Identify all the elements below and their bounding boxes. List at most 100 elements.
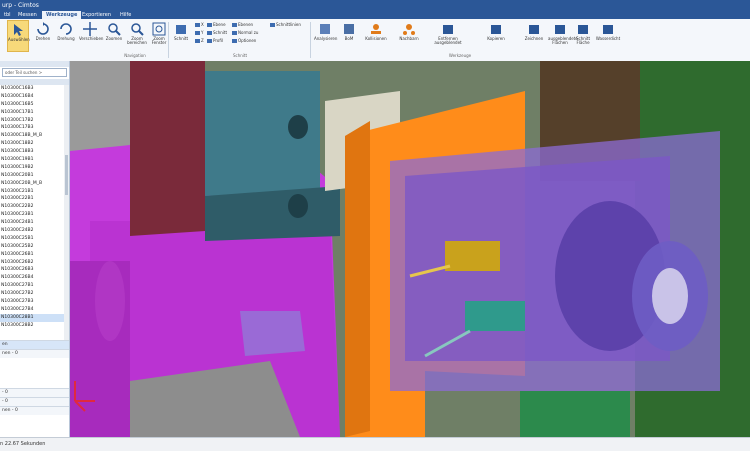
- tree-item[interactable]: N10300C24B1: [0, 219, 69, 227]
- lines-icon: [270, 23, 275, 27]
- axis-icon: [195, 23, 200, 27]
- tab-file[interactable]: tbl: [0, 11, 15, 19]
- tree-item[interactable]: N10300C22B1: [0, 195, 69, 203]
- cut-icon: [207, 31, 212, 35]
- cut-profil[interactable]: Profil: [207, 38, 223, 43]
- tree-item[interactable]: N10300C26B4: [0, 274, 69, 282]
- section-row[interactable]: en: [0, 340, 69, 349]
- cut-ebene[interactable]: Ebene: [207, 22, 226, 27]
- tree-item[interactable]: N10300C25B2: [0, 243, 69, 251]
- tree-item[interactable]: N10300C16B3: [0, 85, 69, 93]
- scrollbar-thumb[interactable]: [65, 155, 68, 195]
- move-button[interactable]: Verschieben: [79, 20, 103, 52]
- tab-exportieren[interactable]: Exportieren: [78, 11, 115, 19]
- watertight-icon: [601, 22, 615, 36]
- tree-scrollbar[interactable]: [64, 85, 69, 340]
- options-icon: [232, 39, 237, 43]
- tree-item[interactable]: N10300C26B1: [0, 251, 69, 259]
- tree-item[interactable]: N10300C23B1: [0, 211, 69, 219]
- zoom-window-button[interactable]: Zoom Fenster: [148, 20, 170, 52]
- tree-item[interactable]: N10300C26B2: [0, 259, 69, 267]
- copy-button[interactable]: Kopieren: [472, 20, 520, 52]
- section-row[interactable]: nen - 0: [0, 406, 69, 415]
- analyze-button[interactable]: Analysieren: [314, 20, 337, 52]
- model-tree-panel: oder Teil suchen > N10300C16B3 N10300C16B…: [0, 61, 70, 437]
- tree-item[interactable]: N10300C22B2: [0, 203, 69, 211]
- tree-item[interactable]: N10300C17B1: [0, 109, 69, 117]
- tree-item[interactable]: N10300C25B1: [0, 235, 69, 243]
- cut-schnitt[interactable]: Schnitt: [207, 30, 227, 35]
- tree-item[interactable]: N10300C21B1: [0, 188, 69, 196]
- tab-hilfe[interactable]: Hilfe: [116, 11, 135, 19]
- ribbon: Auswählen Drehen Drehung Verschieben Zoo…: [0, 19, 750, 62]
- tree-item[interactable]: N10300C19B2: [0, 164, 69, 172]
- zoom-button[interactable]: Zoomen: [103, 20, 125, 52]
- cube-icon: [441, 22, 455, 36]
- ribbon-separator: [310, 22, 311, 58]
- neighbors-button[interactable]: Nachbarn: [394, 20, 424, 52]
- hide-faces-button[interactable]: ausgeblendete Flächen: [548, 20, 578, 52]
- section-cube-icon: [174, 22, 188, 36]
- zoom-area-icon: [130, 22, 144, 36]
- bom-button[interactable]: BoM: [338, 20, 360, 52]
- draw-icon: [527, 22, 541, 36]
- tree-item[interactable]: N10300C20B1: [0, 172, 69, 180]
- tree-item[interactable]: N10300C20B_M_B: [0, 180, 69, 188]
- tree-item[interactable]: N10300C27B1: [0, 282, 69, 290]
- section-row[interactable]: - 0: [0, 397, 69, 406]
- tree-item[interactable]: N10300C28B2: [0, 322, 69, 330]
- panel-spacer: [0, 358, 69, 388]
- 3d-viewport[interactable]: [70, 61, 750, 437]
- tree-item[interactable]: N10300C26B3: [0, 266, 69, 274]
- search-input[interactable]: oder Teil suchen >: [2, 68, 67, 77]
- draw-button[interactable]: Zeichnen: [520, 20, 548, 52]
- neighbors-icon: [402, 22, 416, 36]
- window-title: urp - Cimtos: [2, 2, 39, 9]
- ribbon-tabs: tbl Messen Werkzeuge Exportieren Hilfe: [0, 11, 750, 19]
- cut-z[interactable]: Z: [195, 38, 204, 43]
- hide-faces-icon: [553, 22, 567, 36]
- remove-hidden-button[interactable]: Entfernen ausgeblendet: [428, 20, 468, 52]
- copy-icon: [489, 22, 503, 36]
- tree-item[interactable]: N10300C17B3: [0, 124, 69, 132]
- plane-icon: [207, 23, 212, 27]
- tab-messen[interactable]: Messen: [14, 11, 41, 19]
- tree-item[interactable]: N10300C18B2: [0, 140, 69, 148]
- section-button[interactable]: Schnitt: [170, 20, 192, 52]
- normal-to[interactable]: Normal zu: [232, 30, 258, 35]
- collision-icon: [369, 22, 383, 36]
- cursor-icon: [11, 23, 25, 37]
- axis-icon: [195, 31, 200, 35]
- tree-item[interactable]: N10300C24B2: [0, 227, 69, 235]
- bom-icon: [342, 22, 356, 36]
- tree-item[interactable]: N10300C17B2: [0, 117, 69, 125]
- revolve-button[interactable]: Drehung: [55, 20, 77, 52]
- zoom-area-button[interactable]: Zoom bereichen: [126, 20, 148, 52]
- section-row[interactable]: nen - 0: [0, 349, 69, 358]
- tree-item[interactable]: N10300C27B2: [0, 290, 69, 298]
- select-button[interactable]: Auswählen: [7, 20, 30, 52]
- cut-area-button[interactable]: Schnitt Fläche: [572, 20, 594, 52]
- cut-area-icon: [576, 22, 590, 36]
- tree-item[interactable]: N10300C16B4: [0, 93, 69, 101]
- watertight-button[interactable]: Wasserdicht: [594, 20, 622, 52]
- profile-icon: [207, 39, 212, 43]
- tree-item[interactable]: N10300C28B1: [0, 313, 69, 322]
- rotate-button[interactable]: Drehen: [32, 20, 54, 52]
- move-arrows-icon: [83, 22, 97, 36]
- planes-icon: [232, 23, 237, 27]
- collision-button[interactable]: Kollisionen: [361, 20, 391, 52]
- tree-item[interactable]: N10300C27B4: [0, 306, 69, 314]
- tree-item[interactable]: N10300C16B5: [0, 101, 69, 109]
- cut-ebenen[interactable]: Ebenen: [232, 22, 253, 27]
- tab-werkzeuge[interactable]: Werkzeuge: [42, 11, 82, 19]
- cut-x[interactable]: X: [195, 22, 204, 27]
- section-row[interactable]: - 0: [0, 388, 69, 397]
- options-dropdown[interactable]: Optionen: [232, 38, 256, 43]
- tree-item[interactable]: N10300C18B3: [0, 148, 69, 156]
- tree-item[interactable]: N10300C27B3: [0, 298, 69, 306]
- section-lines[interactable]: Schnittlinien: [270, 22, 301, 27]
- tree-item[interactable]: N10300C19B1: [0, 156, 69, 164]
- tree-item[interactable]: N10300C18B_M_B: [0, 132, 69, 140]
- cut-y[interactable]: Y: [195, 30, 203, 35]
